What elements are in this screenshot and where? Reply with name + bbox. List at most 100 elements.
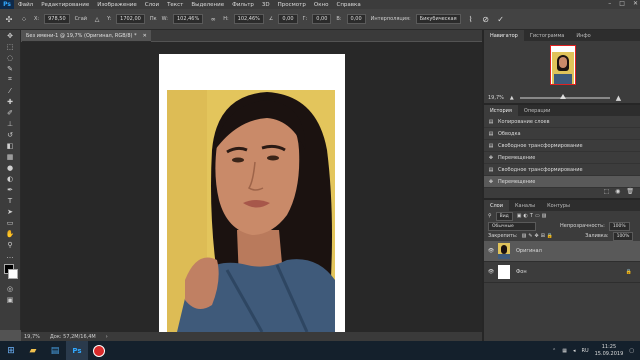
tab-histogram[interactable]: Гистограмма [524,30,571,41]
clock[interactable]: 11:25 15.09.2019 [595,344,624,358]
history-item[interactable]: ▤ Свободное трансформирование [484,164,640,176]
trash-icon[interactable]: 🗑 [626,188,634,198]
navigator-zoom-value[interactable]: 19,7% [488,95,504,101]
dodge-tool-icon[interactable]: ◐ [0,173,20,184]
blur-tool-icon[interactable]: ● [0,162,20,173]
y-field[interactable]: 1702,00 [116,14,145,24]
layer-row[interactable]: 👁 Фон 🔒 [484,262,640,283]
history-item-selected[interactable]: ✥ Перемещение [484,176,640,188]
history-brush-icon[interactable]: ↺ [0,129,20,140]
quick-mask-icon[interactable]: ◎ [0,283,20,294]
tab-close-icon[interactable]: ✕ [143,33,147,39]
close-icon[interactable]: ✕ [633,0,638,9]
move-tool-icon[interactable]: ✥ [0,30,20,41]
width-field[interactable]: 102,46% [172,14,204,24]
notifications-icon[interactable]: ▢ [629,348,634,354]
eye-icon[interactable]: 👁 [484,248,498,254]
taskbar-recorder[interactable] [88,341,110,360]
tab-actions[interactable]: Операции [518,105,556,116]
h-skew-field[interactable]: 0,00 [312,14,332,24]
language-indicator[interactable]: RU [581,348,588,354]
history-item[interactable]: ▤ Копирование слоев [484,116,640,128]
menu-filter[interactable]: Фильтр [228,2,258,8]
filter-icons[interactable]: ▣◐T▭▨ [517,213,549,219]
reference-point-icon[interactable]: ⁘ [19,14,29,24]
maximize-icon[interactable]: □ [619,0,625,9]
brush-tool-icon[interactable]: ✐ [0,107,20,118]
interpolation-select[interactable]: Бикубическая [415,14,461,24]
warp-icon[interactable]: ⌇ [466,14,476,24]
menu-file[interactable]: Файл [14,2,37,8]
lock-icons[interactable]: ▨✎✥⊞🔒 [522,233,556,239]
start-button[interactable]: ⊞ [0,341,22,360]
navigator-zoom-slider[interactable] [519,94,610,99]
eyedropper-tool-icon[interactable]: ⁄ [0,85,20,96]
network-icon[interactable]: ▦ [562,348,567,354]
gradient-tool-icon[interactable]: ▦ [0,151,20,162]
taskbar-photoshop[interactable]: Ps [66,341,88,360]
tab-history[interactable]: История [484,105,518,116]
angle-field[interactable]: 0,00 [278,14,298,24]
minimize-icon[interactable]: – [608,0,611,9]
marquee-tool-icon[interactable]: ⬚ [0,41,20,52]
menu-select[interactable]: Выделение [187,2,228,8]
camera-icon[interactable]: ◉ [615,188,620,198]
cancel-transform-icon[interactable]: ⊘ [481,14,491,24]
transform-tool-icon[interactable]: ✣ [4,14,14,24]
tab-navigator[interactable]: Навигатор [484,30,524,41]
color-swatches[interactable] [0,261,20,283]
delta-icon[interactable]: △ [92,14,102,24]
document-tab[interactable]: Без имени-1 @ 19,7% (Оригинал, RGB/8) * … [22,30,151,42]
layer-name[interactable]: Фон [516,269,527,275]
healing-tool-icon[interactable]: ✚ [0,96,20,107]
fill-field[interactable]: 100% [612,231,634,241]
screen-mode-icon[interactable]: ▣ [0,294,20,305]
zoom-out-icon[interactable]: ▲ [510,95,514,101]
lasso-tool-icon[interactable]: ◌ [0,52,20,63]
eye-icon[interactable]: 👁 [484,269,498,275]
navigator-thumbnail[interactable] [550,45,576,85]
taskbar-file-manager[interactable]: ▤ [44,341,66,360]
snapshot-icon[interactable]: ⬚ [603,188,609,198]
crop-tool-icon[interactable]: ⌗ [0,74,20,85]
zoom-level[interactable]: 19,7% [24,334,40,340]
opacity-field[interactable]: 100% [608,221,630,231]
menu-image[interactable]: Изображение [93,2,141,8]
tab-info[interactable]: Инфо [570,30,596,41]
commit-transform-icon[interactable]: ✓ [496,14,506,24]
tab-channels[interactable]: Каналы [509,200,541,211]
portrait-photo[interactable] [167,90,335,332]
zoom-in-icon[interactable]: ▲ [616,94,621,102]
menu-edit[interactable]: Редактирование [37,2,93,8]
link-icon[interactable]: ∞ [208,14,218,24]
type-tool-icon[interactable]: T [0,195,20,206]
height-field[interactable]: 102,46% [233,14,264,24]
blend-mode-select[interactable]: Обычные [488,221,536,231]
tab-paths[interactable]: Контуры [541,200,576,211]
history-item[interactable]: ▤ Свободное трансформирование [484,140,640,152]
pen-tool-icon[interactable]: ✒ [0,184,20,195]
stamp-tool-icon[interactable]: ⊥ [0,118,20,129]
background-color-swatch[interactable] [8,269,18,279]
x-field[interactable]: 978,50 [44,14,70,24]
tray-arrow-icon[interactable]: ⌃ [552,348,556,354]
history-item[interactable]: ▤ Обводка [484,128,640,140]
menu-help[interactable]: Справка [332,2,364,8]
volume-icon[interactable]: ◂ [573,348,576,354]
navigator-preview-area[interactable] [484,41,640,93]
v-skew-field[interactable]: 0,00 [346,14,366,24]
quick-select-tool-icon[interactable]: ✎ [0,63,20,74]
layer-row[interactable]: 👁 Оригинал [484,241,640,262]
layer-name[interactable]: Оригинал [516,248,542,254]
tab-layers[interactable]: Слои [484,200,509,211]
menu-3d[interactable]: 3D [258,2,274,8]
taskbar-explorer[interactable]: ▰ [22,341,44,360]
zoom-tool-icon[interactable]: ⚲ [0,239,20,250]
eraser-tool-icon[interactable]: ◧ [0,140,20,151]
shape-tool-icon[interactable]: ▭ [0,217,20,228]
layer-kind-select[interactable]: Вид [495,211,513,221]
history-item[interactable]: ✥ Перемещение [484,152,640,164]
more-tools-icon[interactable]: … [0,250,20,261]
menu-type[interactable]: Текст [163,2,187,8]
hand-tool-icon[interactable]: ✋ [0,228,20,239]
